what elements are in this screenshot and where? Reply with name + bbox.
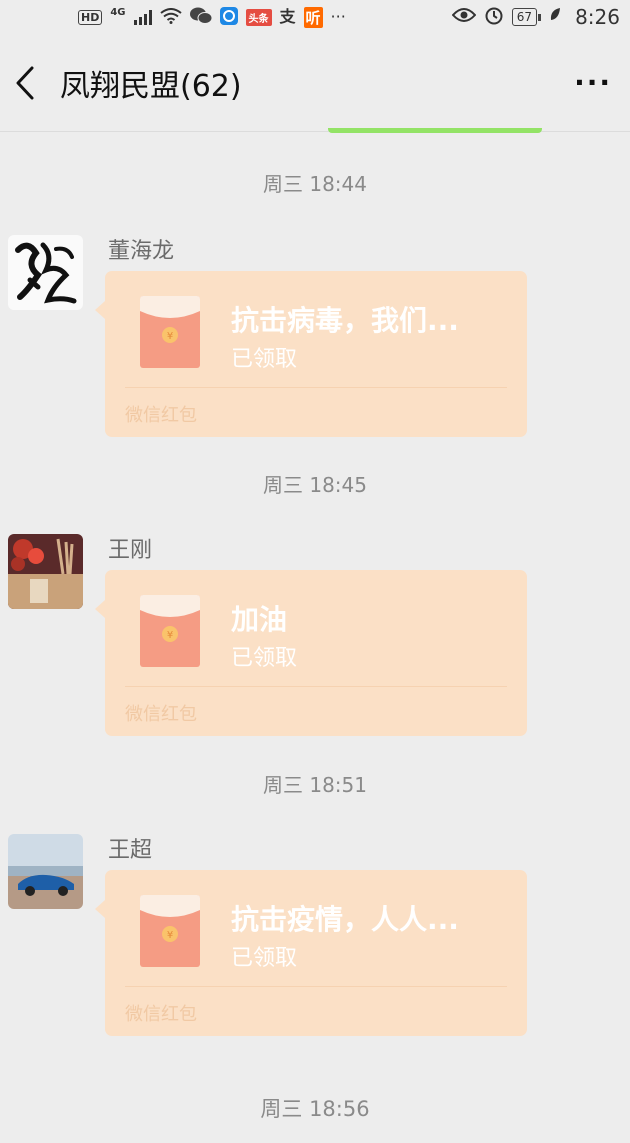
- signal-icon: [133, 9, 152, 25]
- red-packet-title: 抗击病毒，我们...: [231, 304, 459, 337]
- svg-text:¥: ¥: [167, 630, 173, 641]
- message-item: 董海龙 ¥ 抗击病毒，我们... 已领取 微信红包: [0, 235, 630, 437]
- red-packet-label: 微信红包: [125, 405, 197, 426]
- timestamp: 周三 18:56: [260, 1097, 370, 1121]
- divider: [125, 686, 507, 687]
- red-packet[interactable]: ¥ 抗击疫情，人人... 已领取 微信红包: [95, 870, 527, 1036]
- clock-time: 8:26: [575, 5, 620, 29]
- battery-icon: 67: [511, 8, 542, 26]
- flowers-avatar[interactable]: [8, 534, 83, 609]
- status-left-icons: HD 4G 头条 支 听 ···: [78, 6, 452, 28]
- sender-name: 董海龙: [108, 239, 175, 264]
- wechat-icon: [189, 7, 213, 28]
- calligraphy-avatar[interactable]: [8, 235, 83, 310]
- message-item: 王刚 ¥ 加油 已领取 微信红包: [0, 534, 630, 736]
- more-options-icon[interactable]: ···: [574, 66, 612, 99]
- network-type: 4G: [110, 6, 126, 18]
- red-packet-label: 微信红包: [125, 704, 197, 725]
- status-bar: HD 4G 头条 支 听 ··· 67 8:26: [0, 0, 630, 34]
- red-packet[interactable]: ¥ 抗击病毒，我们... 已领取 微信红包: [95, 271, 527, 437]
- car-avatar[interactable]: [8, 834, 83, 909]
- toutiao-icon: 头条: [245, 8, 272, 26]
- sender-name: 王刚: [108, 538, 153, 563]
- eye-icon: [451, 7, 477, 28]
- red-envelope-icon: ¥: [139, 295, 201, 369]
- leaf-icon: [549, 7, 561, 28]
- svg-text:¥: ¥: [167, 930, 173, 941]
- divider: [125, 986, 507, 987]
- red-envelope-icon: ¥: [139, 594, 201, 668]
- hd-indicator: HD: [78, 9, 103, 25]
- ting-icon: 听: [303, 6, 323, 28]
- chat-title: 凤翔民盟(62): [60, 68, 242, 104]
- message-item: 王超 ¥ 抗击疫情，人人... 已领取 微信红包: [0, 834, 630, 1036]
- red-packet-status: 已领取: [231, 347, 298, 372]
- red-envelope-icon: ¥: [139, 894, 201, 968]
- chat-header: 凤翔民盟(62) ···: [0, 34, 630, 132]
- alarm-icon: [484, 5, 504, 30]
- timestamp: 周三 18:44: [263, 172, 367, 196]
- sender-name: 王超: [108, 838, 153, 863]
- red-packet-status: 已领取: [231, 646, 298, 671]
- timestamp: 周三 18:45: [263, 473, 367, 497]
- wifi-icon: [159, 7, 182, 27]
- red-packet-status: 已领取: [231, 946, 298, 971]
- back-icon[interactable]: [10, 63, 40, 103]
- more-notifications-icon: ···: [330, 7, 346, 26]
- qq-browser-icon: [219, 6, 238, 28]
- svg-text:¥: ¥: [167, 331, 173, 342]
- divider: [125, 387, 507, 388]
- red-packet[interactable]: ¥ 加油 已领取 微信红包: [95, 570, 527, 736]
- alipay-icon: 支: [279, 7, 296, 26]
- timestamp: 周三 18:51: [263, 773, 367, 797]
- red-packet-title: 加油: [231, 603, 288, 636]
- red-packet-title: 抗击疫情，人人...: [231, 903, 459, 936]
- chat-messages[interactable]: 周三 18:44 董海龙 ¥ 抗击病毒，我们... 已领取 微信红包 周三 18…: [0, 133, 630, 1122]
- red-packet-label: 微信红包: [125, 1004, 197, 1025]
- status-right-icons: 67 8:26: [451, 5, 620, 30]
